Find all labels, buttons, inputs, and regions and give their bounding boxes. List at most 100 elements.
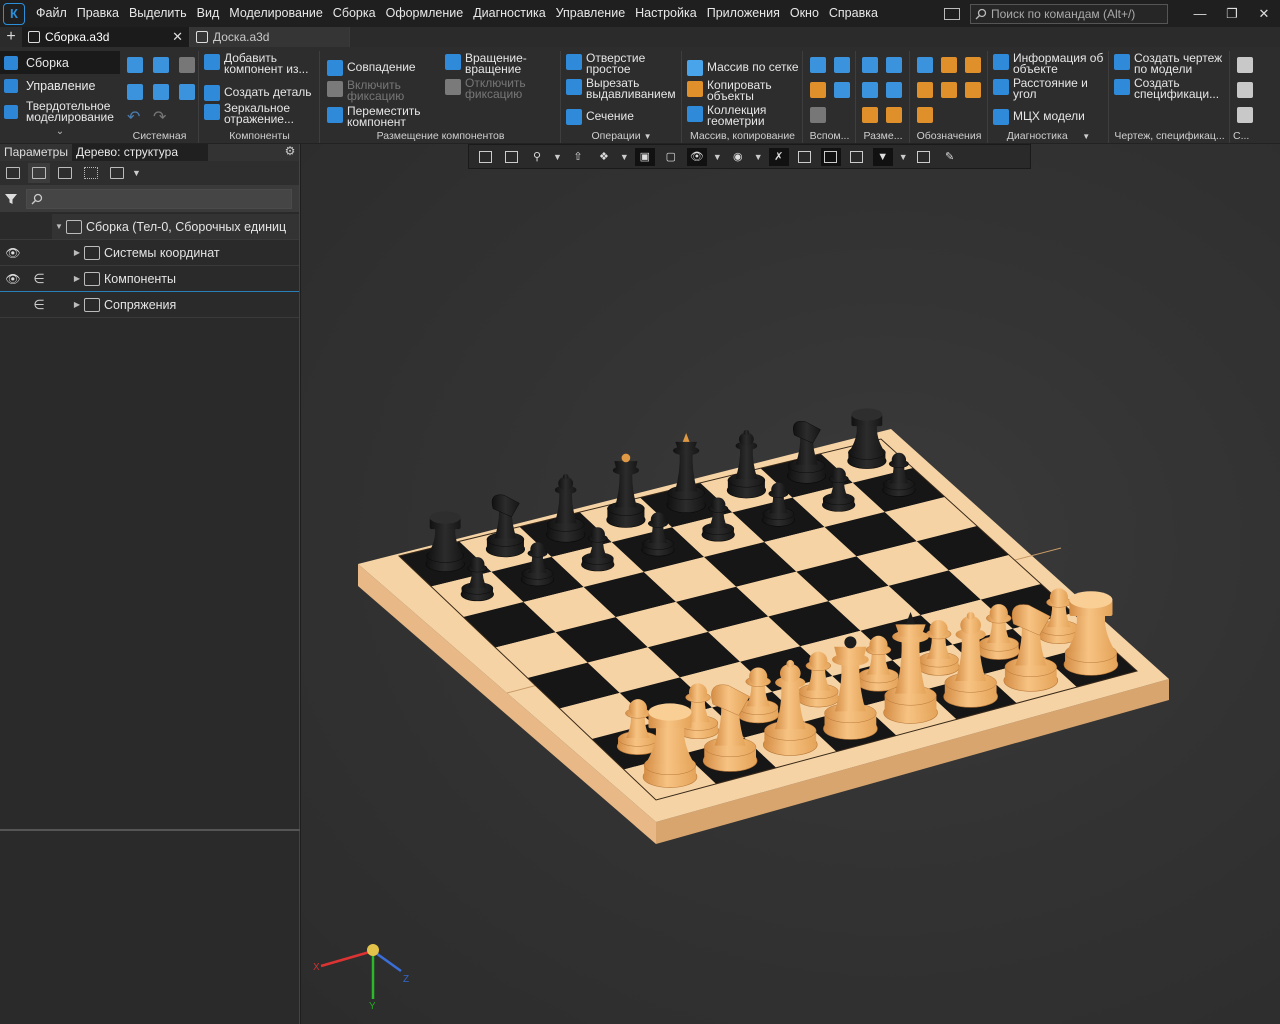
base-icon[interactable] bbox=[965, 57, 981, 73]
3d-viewport[interactable]: ⚲ ▼ ⇧ ❖ ▼ ▣ ▢ 👁 ▼ ◉ ▼ ✗ ▼ ▼ ✎ X Y Z bbox=[301, 144, 1280, 1024]
print-icon[interactable] bbox=[127, 84, 143, 100]
disable-fix-button[interactable]: Отключить фиксацию bbox=[445, 77, 526, 100]
dimension-diameter-icon[interactable] bbox=[886, 82, 902, 98]
tab-tree-structure[interactable]: Дерево: структура bbox=[72, 144, 208, 161]
add-component-button[interactable]: Добавить компонент из... bbox=[204, 52, 308, 75]
menu-assembly[interactable]: Сборка bbox=[328, 0, 381, 27]
tree-item-mates[interactable]: ∈ ▶ Сопряжения bbox=[0, 292, 299, 318]
filter-icon[interactable] bbox=[4, 192, 18, 206]
mass-properties-button[interactable]: МЦХ модели bbox=[993, 108, 1085, 125]
leader-icon[interactable] bbox=[941, 57, 957, 73]
panel-toggle-icon[interactable] bbox=[944, 7, 960, 20]
move-component-button[interactable]: Переместить компонент bbox=[327, 105, 421, 128]
object-info-button[interactable]: Информация об объекте bbox=[993, 52, 1103, 75]
menu-diagnostics[interactable]: Диагностика bbox=[468, 0, 550, 27]
extra-tool-2-icon[interactable] bbox=[1237, 82, 1253, 98]
close-tab-icon[interactable]: ✕ bbox=[172, 29, 183, 45]
new-file-icon[interactable] bbox=[127, 57, 143, 73]
dimension-auto-icon[interactable] bbox=[862, 107, 878, 123]
black-king[interactable] bbox=[666, 433, 706, 514]
position-icon[interactable] bbox=[941, 82, 957, 98]
menu-view[interactable]: Вид bbox=[192, 0, 225, 27]
restore-icon[interactable]: ❐ bbox=[1216, 0, 1248, 27]
section-button[interactable]: Сечение bbox=[566, 108, 634, 125]
create-part-button[interactable]: Создать деталь bbox=[204, 84, 312, 101]
menu-apps[interactable]: Приложения bbox=[702, 0, 785, 27]
aux-point-icon[interactable] bbox=[810, 82, 826, 98]
open-file-icon[interactable] bbox=[153, 57, 169, 73]
tab-assembly[interactable]: Сборка.a3d ✕ bbox=[22, 27, 190, 47]
geometry-collection-button[interactable]: Коллекция геометрии bbox=[687, 104, 766, 127]
expand-arrow-icon[interactable]: ▶ bbox=[70, 300, 84, 309]
menu-help[interactable]: Справка bbox=[824, 0, 883, 27]
mark-icon[interactable] bbox=[965, 82, 981, 98]
hole-button[interactable]: Отверстие простое bbox=[566, 52, 645, 75]
extra-tool-1-icon[interactable] bbox=[1237, 57, 1253, 73]
select-view-icon[interactable] bbox=[80, 163, 102, 183]
properties-icon[interactable] bbox=[179, 84, 195, 100]
menu-select[interactable]: Выделить bbox=[124, 0, 192, 27]
menu-modeling[interactable]: Моделирование bbox=[224, 0, 328, 27]
close-window-icon[interactable]: ✕ bbox=[1248, 0, 1280, 27]
create-spec-button[interactable]: Создать спецификаци... bbox=[1114, 77, 1219, 100]
panel-splitter[interactable] bbox=[0, 829, 300, 831]
grid-array-button[interactable]: Массив по сетке bbox=[687, 59, 799, 76]
save-icon[interactable] bbox=[179, 57, 195, 73]
tree-search-input[interactable] bbox=[26, 189, 292, 209]
menu-management[interactable]: Управление bbox=[551, 0, 631, 27]
coincidence-button[interactable]: Совпадение bbox=[327, 59, 416, 76]
tree-item-coordinate-systems[interactable]: 👁 ▶ Системы координат bbox=[0, 240, 299, 266]
command-search-input[interactable]: Поиск по командам (Alt+/) bbox=[970, 3, 1168, 24]
aux-plane-icon[interactable] bbox=[810, 57, 826, 73]
structure-view-icon[interactable] bbox=[28, 163, 50, 183]
dimension-linear-icon[interactable] bbox=[862, 57, 878, 73]
expand-arrow-icon[interactable]: ▼ bbox=[52, 222, 66, 231]
mirror-button[interactable]: Зеркальное отражение... bbox=[204, 102, 294, 125]
menu-edit[interactable]: Правка bbox=[72, 0, 124, 27]
expand-arrow-icon[interactable]: ▶ bbox=[70, 274, 84, 283]
copy-objects-button[interactable]: Копировать объекты bbox=[687, 79, 772, 102]
mode-management[interactable]: Управление bbox=[0, 74, 120, 97]
menu-settings[interactable]: Настройка bbox=[630, 0, 702, 27]
undo-icon[interactable]: ↶ bbox=[127, 107, 140, 127]
minimize-icon[interactable]: — bbox=[1184, 0, 1216, 27]
preview-icon[interactable] bbox=[153, 84, 169, 100]
tree-item-components[interactable]: 👁 ∈ ▶ Компоненты bbox=[0, 266, 299, 292]
include-icon[interactable]: ∈ bbox=[26, 297, 52, 313]
roughness-icon[interactable] bbox=[917, 57, 933, 73]
create-drawing-button[interactable]: Создать чертеж по модели bbox=[1114, 52, 1222, 75]
menu-design[interactable]: Оформление bbox=[381, 0, 469, 27]
new-tab-icon[interactable]: + bbox=[0, 27, 22, 47]
aux-cs-icon[interactable] bbox=[834, 82, 850, 98]
operations-dropdown-icon[interactable]: ▼ bbox=[644, 132, 652, 141]
expand-arrow-icon[interactable]: ▶ bbox=[70, 248, 84, 257]
gear-icon[interactable]: ⚙ bbox=[281, 144, 299, 161]
extra-tool-3-icon[interactable] bbox=[1237, 107, 1253, 123]
eye-icon[interactable]: 👁 bbox=[0, 272, 26, 286]
tree-options-dropdown-icon[interactable]: ▼ bbox=[132, 168, 141, 178]
eye-icon[interactable]: 👁 bbox=[0, 246, 26, 260]
dimension-radius-icon[interactable] bbox=[862, 82, 878, 98]
more-modes-icon[interactable]: ⌄ bbox=[0, 127, 120, 137]
dimension-chain-icon[interactable] bbox=[886, 107, 902, 123]
components-view-icon[interactable] bbox=[54, 163, 76, 183]
enable-fix-button[interactable]: Включить фиксацию bbox=[327, 79, 404, 102]
weld-icon[interactable] bbox=[917, 107, 933, 123]
tab-board[interactable]: Доска.a3d bbox=[190, 27, 350, 47]
mode-assembly[interactable]: Сборка bbox=[0, 51, 120, 74]
aux-axis-icon[interactable] bbox=[834, 57, 850, 73]
tab-parameters[interactable]: Параметры bbox=[0, 144, 72, 160]
tree-item-assembly[interactable]: ▼ Сборка (Тел-0, Сборочных единиц bbox=[0, 214, 299, 240]
include-icon[interactable]: ∈ bbox=[26, 271, 52, 287]
dimension-angle-icon[interactable] bbox=[886, 57, 902, 73]
distance-angle-button[interactable]: Расстояние и угол bbox=[993, 77, 1088, 100]
menu-file[interactable]: Файл bbox=[31, 0, 72, 27]
mode-solid-modeling[interactable]: Твердотельное моделирование bbox=[0, 97, 120, 127]
diagnostics-dropdown-icon[interactable]: ▼ bbox=[1082, 132, 1090, 141]
tree-view-icon[interactable] bbox=[2, 163, 24, 183]
aux-line-icon[interactable] bbox=[810, 107, 826, 123]
tree-options-icon[interactable] bbox=[106, 163, 128, 183]
cut-extrude-button[interactable]: Вырезать выдавливанием bbox=[566, 77, 676, 100]
redo-icon[interactable]: ↷ bbox=[153, 107, 166, 127]
menu-window[interactable]: Окно bbox=[785, 0, 824, 27]
